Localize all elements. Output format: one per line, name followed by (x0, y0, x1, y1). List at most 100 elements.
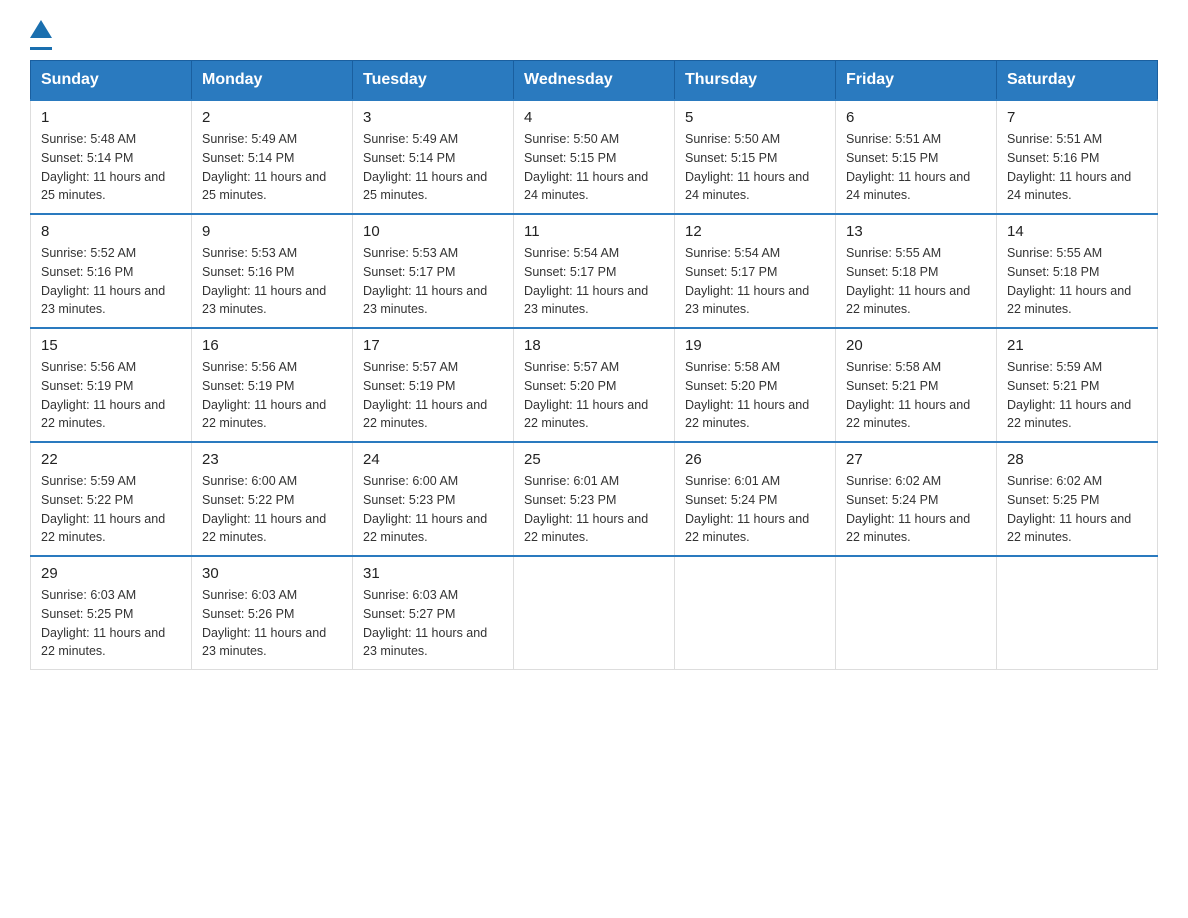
day-number: 3 (363, 109, 503, 126)
calendar-day-cell: 4 Sunrise: 5:50 AM Sunset: 5:15 PM Dayli… (514, 100, 675, 214)
calendar-day-cell: 16 Sunrise: 5:56 AM Sunset: 5:19 PM Dayl… (192, 328, 353, 442)
header-monday: Monday (192, 61, 353, 101)
day-number: 18 (524, 337, 664, 354)
day-number: 11 (524, 223, 664, 240)
calendar-day-cell: 20 Sunrise: 5:58 AM Sunset: 5:21 PM Dayl… (836, 328, 997, 442)
day-info: Sunrise: 6:01 AM Sunset: 5:23 PM Dayligh… (524, 472, 664, 547)
day-info: Sunrise: 6:01 AM Sunset: 5:24 PM Dayligh… (685, 472, 825, 547)
calendar-day-cell: 23 Sunrise: 6:00 AM Sunset: 5:22 PM Dayl… (192, 442, 353, 556)
day-number: 9 (202, 223, 342, 240)
calendar-week-row: 8 Sunrise: 5:52 AM Sunset: 5:16 PM Dayli… (31, 214, 1158, 328)
calendar-day-cell: 26 Sunrise: 6:01 AM Sunset: 5:24 PM Dayl… (675, 442, 836, 556)
calendar-day-cell: 8 Sunrise: 5:52 AM Sunset: 5:16 PM Dayli… (31, 214, 192, 328)
calendar-day-cell: 15 Sunrise: 5:56 AM Sunset: 5:19 PM Dayl… (31, 328, 192, 442)
day-number: 31 (363, 565, 503, 582)
day-number: 19 (685, 337, 825, 354)
calendar-header-row: SundayMondayTuesdayWednesdayThursdayFrid… (31, 61, 1158, 101)
header-friday: Friday (836, 61, 997, 101)
day-info: Sunrise: 5:57 AM Sunset: 5:20 PM Dayligh… (524, 358, 664, 433)
day-number: 7 (1007, 109, 1147, 126)
day-info: Sunrise: 5:54 AM Sunset: 5:17 PM Dayligh… (685, 244, 825, 319)
day-number: 27 (846, 451, 986, 468)
calendar-day-cell (675, 556, 836, 670)
day-info: Sunrise: 5:56 AM Sunset: 5:19 PM Dayligh… (202, 358, 342, 433)
calendar-day-cell: 28 Sunrise: 6:02 AM Sunset: 5:25 PM Dayl… (997, 442, 1158, 556)
calendar-day-cell: 12 Sunrise: 5:54 AM Sunset: 5:17 PM Dayl… (675, 214, 836, 328)
calendar-day-cell: 17 Sunrise: 5:57 AM Sunset: 5:19 PM Dayl… (353, 328, 514, 442)
day-number: 14 (1007, 223, 1147, 240)
calendar-day-cell: 10 Sunrise: 5:53 AM Sunset: 5:17 PM Dayl… (353, 214, 514, 328)
day-number: 2 (202, 109, 342, 126)
calendar-day-cell: 11 Sunrise: 5:54 AM Sunset: 5:17 PM Dayl… (514, 214, 675, 328)
day-number: 26 (685, 451, 825, 468)
logo-underline (30, 47, 52, 50)
calendar-day-cell: 6 Sunrise: 5:51 AM Sunset: 5:15 PM Dayli… (836, 100, 997, 214)
day-info: Sunrise: 6:03 AM Sunset: 5:26 PM Dayligh… (202, 586, 342, 661)
calendar-day-cell: 27 Sunrise: 6:02 AM Sunset: 5:24 PM Dayl… (836, 442, 997, 556)
calendar-day-cell: 5 Sunrise: 5:50 AM Sunset: 5:15 PM Dayli… (675, 100, 836, 214)
day-number: 15 (41, 337, 181, 354)
day-number: 23 (202, 451, 342, 468)
day-number: 12 (685, 223, 825, 240)
day-info: Sunrise: 5:50 AM Sunset: 5:15 PM Dayligh… (685, 130, 825, 205)
day-info: Sunrise: 5:51 AM Sunset: 5:16 PM Dayligh… (1007, 130, 1147, 205)
day-info: Sunrise: 5:48 AM Sunset: 5:14 PM Dayligh… (41, 130, 181, 205)
day-info: Sunrise: 5:59 AM Sunset: 5:21 PM Dayligh… (1007, 358, 1147, 433)
day-number: 28 (1007, 451, 1147, 468)
calendar-day-cell: 19 Sunrise: 5:58 AM Sunset: 5:20 PM Dayl… (675, 328, 836, 442)
calendar-day-cell (997, 556, 1158, 670)
day-info: Sunrise: 6:03 AM Sunset: 5:27 PM Dayligh… (363, 586, 503, 661)
calendar-week-row: 1 Sunrise: 5:48 AM Sunset: 5:14 PM Dayli… (31, 100, 1158, 214)
day-info: Sunrise: 5:54 AM Sunset: 5:17 PM Dayligh… (524, 244, 664, 319)
day-number: 17 (363, 337, 503, 354)
calendar-table: SundayMondayTuesdayWednesdayThursdayFrid… (30, 60, 1158, 670)
day-info: Sunrise: 6:02 AM Sunset: 5:25 PM Dayligh… (1007, 472, 1147, 547)
calendar-day-cell (514, 556, 675, 670)
calendar-day-cell: 25 Sunrise: 6:01 AM Sunset: 5:23 PM Dayl… (514, 442, 675, 556)
calendar-day-cell: 13 Sunrise: 5:55 AM Sunset: 5:18 PM Dayl… (836, 214, 997, 328)
header-wednesday: Wednesday (514, 61, 675, 101)
day-number: 20 (846, 337, 986, 354)
day-info: Sunrise: 5:50 AM Sunset: 5:15 PM Dayligh… (524, 130, 664, 205)
day-number: 25 (524, 451, 664, 468)
day-info: Sunrise: 5:53 AM Sunset: 5:16 PM Dayligh… (202, 244, 342, 319)
day-info: Sunrise: 5:55 AM Sunset: 5:18 PM Dayligh… (1007, 244, 1147, 319)
calendar-day-cell: 31 Sunrise: 6:03 AM Sunset: 5:27 PM Dayl… (353, 556, 514, 670)
header-thursday: Thursday (675, 61, 836, 101)
day-number: 10 (363, 223, 503, 240)
day-number: 16 (202, 337, 342, 354)
day-info: Sunrise: 5:55 AM Sunset: 5:18 PM Dayligh… (846, 244, 986, 319)
calendar-day-cell: 18 Sunrise: 5:57 AM Sunset: 5:20 PM Dayl… (514, 328, 675, 442)
day-number: 6 (846, 109, 986, 126)
day-info: Sunrise: 6:03 AM Sunset: 5:25 PM Dayligh… (41, 586, 181, 661)
day-info: Sunrise: 5:49 AM Sunset: 5:14 PM Dayligh… (363, 130, 503, 205)
day-info: Sunrise: 6:00 AM Sunset: 5:22 PM Dayligh… (202, 472, 342, 547)
header-saturday: Saturday (997, 61, 1158, 101)
calendar-week-row: 15 Sunrise: 5:56 AM Sunset: 5:19 PM Dayl… (31, 328, 1158, 442)
day-info: Sunrise: 5:53 AM Sunset: 5:17 PM Dayligh… (363, 244, 503, 319)
day-info: Sunrise: 5:56 AM Sunset: 5:19 PM Dayligh… (41, 358, 181, 433)
calendar-day-cell: 29 Sunrise: 6:03 AM Sunset: 5:25 PM Dayl… (31, 556, 192, 670)
day-number: 24 (363, 451, 503, 468)
day-number: 5 (685, 109, 825, 126)
header-tuesday: Tuesday (353, 61, 514, 101)
day-info: Sunrise: 5:52 AM Sunset: 5:16 PM Dayligh… (41, 244, 181, 319)
logo (30, 20, 52, 50)
calendar-day-cell: 21 Sunrise: 5:59 AM Sunset: 5:21 PM Dayl… (997, 328, 1158, 442)
calendar-day-cell: 9 Sunrise: 5:53 AM Sunset: 5:16 PM Dayli… (192, 214, 353, 328)
calendar-day-cell: 3 Sunrise: 5:49 AM Sunset: 5:14 PM Dayli… (353, 100, 514, 214)
day-number: 22 (41, 451, 181, 468)
day-number: 29 (41, 565, 181, 582)
day-number: 1 (41, 109, 181, 126)
header-sunday: Sunday (31, 61, 192, 101)
calendar-day-cell: 30 Sunrise: 6:03 AM Sunset: 5:26 PM Dayl… (192, 556, 353, 670)
page-header (30, 20, 1158, 50)
day-info: Sunrise: 5:58 AM Sunset: 5:21 PM Dayligh… (846, 358, 986, 433)
day-info: Sunrise: 5:57 AM Sunset: 5:19 PM Dayligh… (363, 358, 503, 433)
day-info: Sunrise: 5:58 AM Sunset: 5:20 PM Dayligh… (685, 358, 825, 433)
day-number: 8 (41, 223, 181, 240)
calendar-day-cell: 24 Sunrise: 6:00 AM Sunset: 5:23 PM Dayl… (353, 442, 514, 556)
day-number: 21 (1007, 337, 1147, 354)
day-number: 13 (846, 223, 986, 240)
day-info: Sunrise: 5:51 AM Sunset: 5:15 PM Dayligh… (846, 130, 986, 205)
